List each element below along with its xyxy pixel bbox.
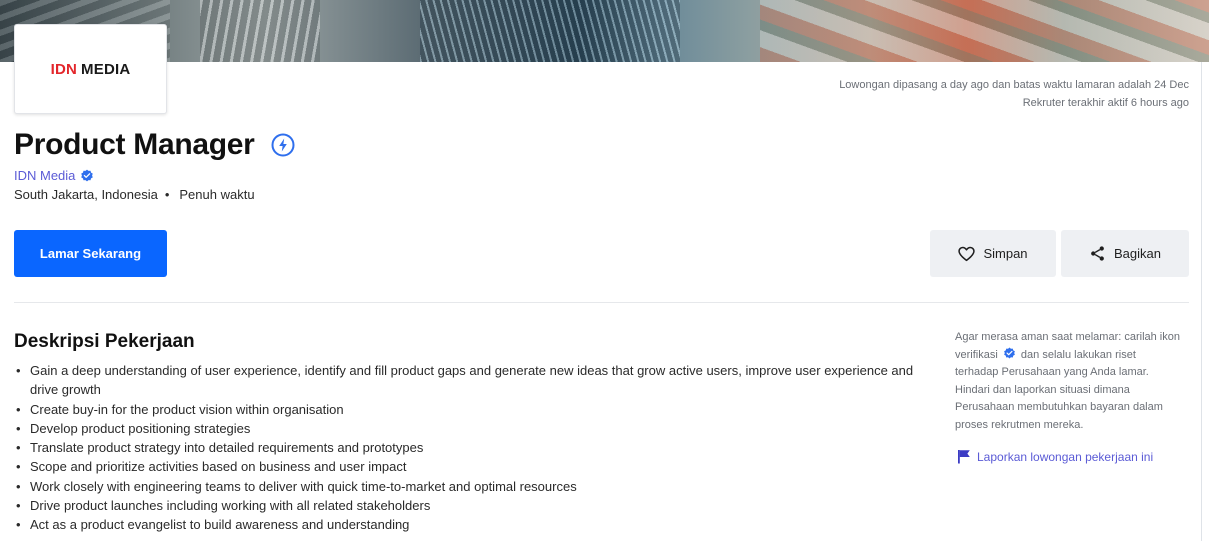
job-location: South Jakarta, Indonesia <box>14 187 158 202</box>
company-logo: IDN MEDIA <box>14 24 167 114</box>
heart-icon <box>958 246 976 261</box>
description-item: Gain a deep understanding of user experi… <box>14 361 939 400</box>
cover-banner <box>0 0 1209 62</box>
save-button[interactable]: Simpan <box>930 230 1056 277</box>
report-label: Laporkan lowongan pekerjaan ini <box>977 449 1154 464</box>
description-item: Work closely with engineering teams to d… <box>14 477 939 497</box>
company-row: IDN Media <box>14 168 94 183</box>
description-heading: Deskripsi Pekerjaan <box>14 331 195 352</box>
logo-idn-text: IDN <box>50 60 78 78</box>
posting-meta: Lowongan dipasang a day ago dan batas wa… <box>839 76 1189 112</box>
share-icon <box>1091 246 1104 261</box>
description-item: Develop product positioning strategies <box>14 419 939 439</box>
lightning-bolt-icon <box>271 133 295 157</box>
verified-badge-icon <box>1003 347 1015 359</box>
description-item: Scope and prioritize activities based on… <box>14 457 939 477</box>
description-item: Act as a product evangelist to build awa… <box>14 515 939 535</box>
verified-badge-icon <box>81 169 94 181</box>
logo-media-text: MEDIA <box>81 60 131 78</box>
share-label: Bagikan <box>1114 246 1161 261</box>
location-row: South Jakarta, Indonesia • Penuh waktu <box>14 187 255 202</box>
posted-date: Lowongan dipasang a day ago dan batas wa… <box>839 79 1189 91</box>
description-item: Create buy-in for the product vision wit… <box>14 400 939 420</box>
safety-notice: Agar merasa aman saat melamar: carilah i… <box>955 329 1180 435</box>
description-item: Drive product launches including working… <box>14 496 939 516</box>
job-type: Penuh waktu <box>179 187 255 202</box>
recruiter-active: Rekruter terakhir aktif 6 hours ago <box>1022 97 1189 109</box>
share-button[interactable]: Bagikan <box>1061 230 1189 277</box>
panel-border <box>1201 62 1202 541</box>
report-job-link[interactable]: Laporkan lowongan pekerjaan ini <box>957 449 1153 464</box>
save-label: Simpan <box>983 246 1028 261</box>
separator-dot: • <box>164 187 170 202</box>
company-link[interactable]: IDN Media <box>14 168 75 183</box>
divider <box>14 302 1189 303</box>
apply-button[interactable]: Lamar Sekarang <box>14 230 167 277</box>
title-row: Product Manager <box>14 128 295 162</box>
description-item: Translate product strategy into detailed… <box>14 438 939 458</box>
flag-icon <box>958 450 970 464</box>
description-list: Gain a deep understanding of user experi… <box>14 361 939 535</box>
job-title: Product Manager <box>14 128 255 161</box>
